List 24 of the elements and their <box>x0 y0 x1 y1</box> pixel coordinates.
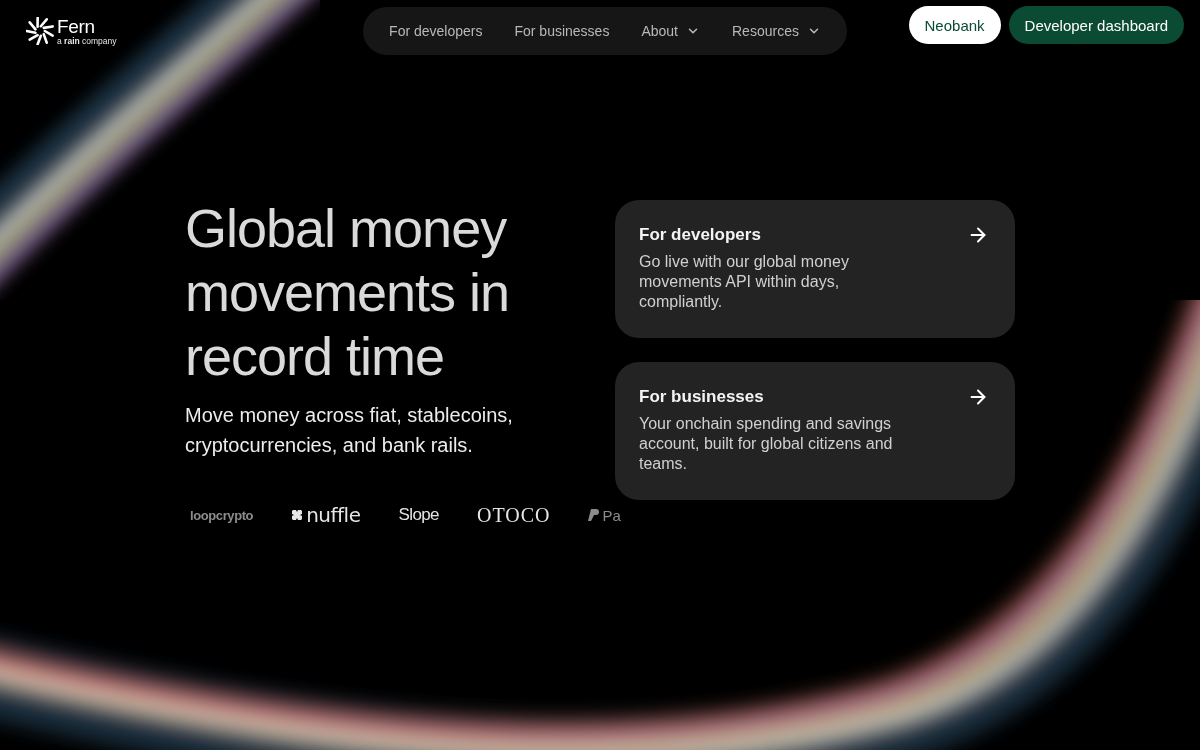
nav-menu[interactable]: Resources <box>732 23 821 39</box>
partner-logo: loopcrypto <box>190 507 254 523</box>
partner-logo: nuffle <box>306 503 361 527</box>
hero-heading: Global money movements in record time <box>185 197 511 388</box>
brand-name[interactable]: Fern <box>57 16 117 36</box>
audience-card[interactable]: For developers Go live with our global money movements API within days, compliantly. <box>615 200 1015 338</box>
brand-tagline: a rain company <box>57 36 117 46</box>
partner-logo: Slope <box>398 505 439 525</box>
dashboard-button[interactable]: Developer dashboard <box>1008 6 1184 44</box>
logo-mark-icon <box>588 509 600 521</box>
logo-mark-icon <box>291 509 304 521</box>
nav-menu[interactable]: About <box>641 23 700 39</box>
nav-link[interactable]: For businesses <box>514 23 610 39</box>
hero-subtitle: Move money across fiat, stablecoins, cryptocurrencies, and bank rails. <box>185 403 514 458</box>
card-title: For developers <box>639 224 761 246</box>
partner-logo: Pa <box>602 506 621 524</box>
sunburst-logo-icon[interactable] <box>26 17 54 45</box>
partner-logo: OTOCO <box>476 503 551 527</box>
card-description: Go live with our global money movements API within days, compliantly. <box>639 252 850 312</box>
card-title: For businesses <box>639 386 764 408</box>
card-description: Your onchain spending and savings account, built for global citizens and teams. <box>639 414 894 474</box>
audience-card[interactable]: For businesses Your onchain spending and savings account, built for global citizens and teams. <box>615 362 1015 500</box>
nav-link[interactable]: For developers <box>389 23 483 39</box>
neobank-button[interactable]: Neobank <box>908 6 1001 44</box>
